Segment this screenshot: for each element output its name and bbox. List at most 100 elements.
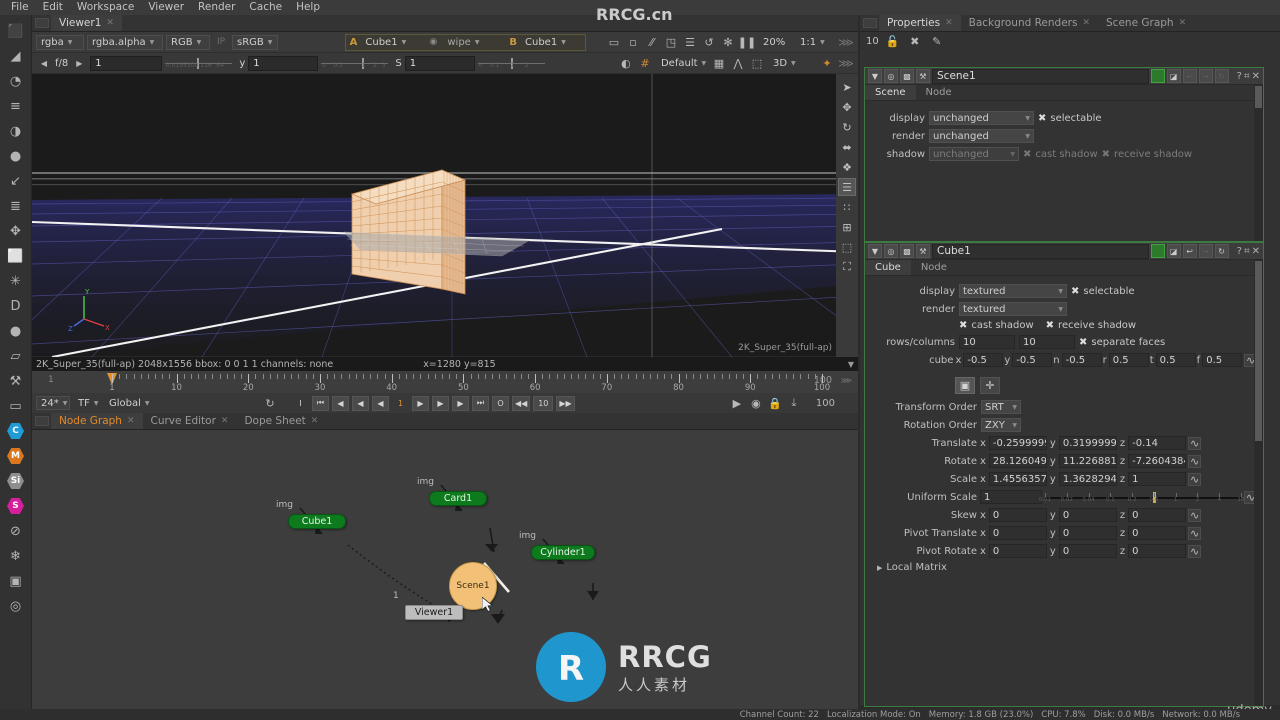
cube-bound-input[interactable]: -0.5: [1012, 353, 1053, 367]
zoom-dropdown[interactable]: 20%: [758, 35, 792, 50]
scene1-node-name[interactable]: Scene1: [932, 68, 1149, 84]
subtab-node[interactable]: Node: [916, 85, 962, 100]
rotation-order-dropdown[interactable]: ZXY ▼: [981, 418, 1021, 432]
transport-current-frame[interactable]: ◀: [372, 395, 389, 411]
cube1-scrollbar[interactable]: [1254, 260, 1263, 706]
enable-icon[interactable]: [1150, 69, 1165, 83]
transform-icon[interactable]: ✥: [3, 219, 29, 243]
menu-item-viewer[interactable]: Viewer: [141, 0, 191, 15]
input-a-dropdown[interactable]: Cube1 ▼: [361, 35, 423, 50]
transform-y-input[interactable]: 1.36282945: [1058, 472, 1117, 486]
transform-x-input[interactable]: 0: [988, 526, 1047, 540]
object-mode-icon[interactable]: ▣: [955, 377, 975, 394]
bbox-icon[interactable]: ⬚: [838, 238, 856, 256]
grid-view-icon[interactable]: ⊞: [838, 218, 856, 236]
stereo-icon[interactable]: ●: [3, 319, 29, 343]
target-icon[interactable]: ◎: [884, 244, 898, 258]
collapse-icon[interactable]: ▼: [868, 69, 882, 83]
cube-display-dropdown[interactable]: textured ▼: [959, 284, 1067, 298]
transform-z-input[interactable]: 0: [1128, 508, 1187, 522]
curve-icon[interactable]: ⋀: [730, 55, 746, 71]
cube-bound-input[interactable]: -0.5: [963, 353, 1004, 367]
cube-bound-input[interactable]: 0.5: [1108, 353, 1149, 367]
gain-input[interactable]: 1: [90, 55, 163, 71]
wrench-icon[interactable]: ⚒: [916, 69, 930, 83]
tab-node-graph[interactable]: Node Graph ✕: [51, 413, 143, 429]
channel-icon[interactable]: ≡: [3, 94, 29, 118]
toolsets-icon[interactable]: ⚒: [3, 369, 29, 393]
ip-toggle-icon[interactable]: IP: [213, 34, 229, 50]
uniform-scale-input[interactable]: 1: [980, 490, 1042, 504]
panel-grip[interactable]: [35, 18, 49, 28]
point-cloud-icon[interactable]: ∷: [838, 198, 856, 216]
transport-prev-frame[interactable]: ◀: [332, 395, 349, 411]
frame-increment-input[interactable]: 10: [533, 395, 554, 411]
silhouette-icon[interactable]: S: [3, 494, 29, 518]
node-viewer1[interactable]: Viewer1: [405, 605, 463, 620]
transport-next-frame[interactable]: ▶: [412, 395, 429, 411]
subtab-cube[interactable]: Cube: [865, 260, 911, 275]
mask-icon[interactable]: ▩: [900, 244, 914, 258]
draw-icon[interactable]: ◢: [3, 44, 29, 68]
sapphire-icon[interactable]: Si: [3, 469, 29, 493]
close-icon[interactable]: ✕: [221, 416, 229, 426]
particles-icon[interactable]: ✳: [3, 269, 29, 293]
transform-x-input[interactable]: -0.25999999: [988, 436, 1047, 450]
transform-y-input[interactable]: 0: [1058, 526, 1117, 540]
lut-dropdown[interactable]: sRGB ▼: [232, 34, 278, 50]
3d-icon[interactable]: ⬜: [3, 244, 29, 268]
deep-icon[interactable]: D: [3, 294, 29, 318]
menu-item-render[interactable]: Render: [191, 0, 242, 15]
gamma-input[interactable]: 1: [248, 55, 319, 71]
overflow-icon[interactable]: ⋙: [838, 55, 854, 71]
scene1-scrollbar[interactable]: [1254, 85, 1263, 241]
frame-step-back-button[interactable]: ◀◀: [512, 395, 531, 411]
record-icon[interactable]: ◉: [748, 395, 764, 411]
uniform-scale-slider[interactable]: 0.01 0.02 0.04 0.1 0.2 0.4 1 2 4 10: [1039, 491, 1245, 504]
node-cube1[interactable]: Cube1: [288, 514, 346, 529]
transport-first-frame[interactable]: I: [292, 396, 309, 411]
saturation-input[interactable]: 1: [404, 55, 475, 71]
animation-curve-icon[interactable]: ∿: [1188, 526, 1202, 540]
scene-receive-shadow-checkbox[interactable]: ✖: [1102, 149, 1110, 160]
transport-play-forward[interactable]: 1: [392, 396, 409, 411]
transform-z-input[interactable]: 1: [1128, 472, 1187, 486]
menu-item-cache[interactable]: Cache: [242, 0, 289, 15]
proxy-icon[interactable]: ▫: [625, 34, 641, 50]
interactive-mode-icon[interactable]: ☰: [682, 34, 698, 50]
transform-x-input[interactable]: 28.1260490: [988, 454, 1047, 468]
furnace-icon[interactable]: ❄: [3, 544, 29, 568]
wrench-icon[interactable]: ⚒: [916, 244, 930, 258]
close-icon[interactable]: ✕: [1252, 246, 1260, 257]
time-icon[interactable]: ◔: [3, 69, 29, 93]
transform-x-input[interactable]: 0: [988, 508, 1047, 522]
animation-curve-icon[interactable]: ∿: [1188, 544, 1202, 558]
scene-shadow-dropdown[interactable]: unchanged ▼: [929, 147, 1019, 161]
filter-icon[interactable]: ●: [3, 144, 29, 168]
pivot-tool-icon[interactable]: ❖: [838, 158, 856, 176]
transport-button[interactable]: O: [492, 395, 509, 411]
separate-faces-checkbox[interactable]: ✖: [1079, 337, 1087, 348]
transport-loop-toggle[interactable]: ⏭: [472, 395, 489, 411]
timeline-ruler[interactable]: 1 100 ⋙ 1102030405060708090100: [32, 371, 858, 393]
node-cylinder1[interactable]: Cylinder1: [531, 545, 595, 560]
metadata-icon[interactable]: ▱: [3, 344, 29, 368]
transform-order-dropdown[interactable]: SRT ▼: [981, 400, 1021, 414]
wipe-mode-icon[interactable]: ◉: [425, 34, 441, 50]
refresh-icon[interactable]: ↺: [701, 34, 717, 50]
mask-icon[interactable]: ▩: [900, 69, 914, 83]
layer-dropdown[interactable]: rgba.alpha ▼: [87, 34, 163, 50]
rotate-3d-tool-icon[interactable]: ↻: [838, 118, 856, 136]
download-icon[interactable]: ⤓: [786, 395, 802, 411]
animation-curve-icon[interactable]: ∿: [1188, 454, 1202, 468]
channel-mode-dropdown[interactable]: RGB ▼: [166, 34, 210, 50]
scene-cast-shadow-checkbox[interactable]: ✖: [1023, 149, 1031, 160]
saturation-slider[interactable]: 0 0.1 12: [477, 57, 545, 70]
preview-icon[interactable]: ◪: [1166, 69, 1181, 83]
playback-record-icon[interactable]: ▶: [729, 395, 745, 411]
tab-scene-graph[interactable]: Scene Graph ✕: [1098, 15, 1195, 31]
downrez-icon[interactable]: ⁄⁄: [644, 34, 660, 50]
overflow-icon[interactable]: ⋙: [841, 376, 852, 385]
view-mode-dropdown[interactable]: 3D ▼: [768, 56, 816, 71]
subtab-node[interactable]: Node: [911, 260, 957, 275]
